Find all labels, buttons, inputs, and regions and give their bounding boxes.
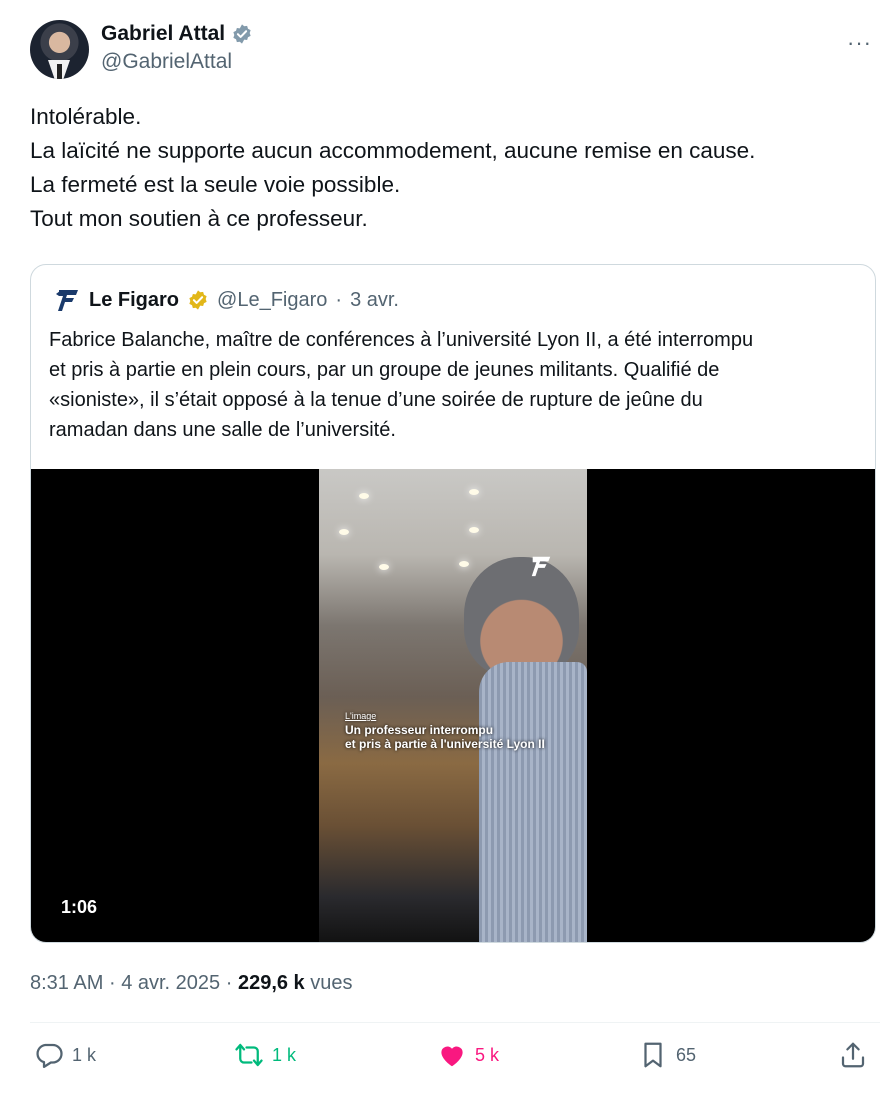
tweet-line: Tout mon soutien à ce professeur. — [30, 206, 368, 231]
verified-badge-icon — [233, 24, 251, 44]
bookmark-count: 65 — [676, 1044, 697, 1065]
video-frame: L'image Un professeur interrompu et pris… — [319, 469, 587, 942]
quote-line: ramadan dans une salle de l’université. — [49, 419, 396, 441]
tweet-line: La fermeté est la seule voie possible. — [30, 172, 401, 197]
bookmark-button[interactable]: 65 — [638, 1040, 696, 1070]
video-player[interactable]: L'image Un professeur interrompu et pris… — [31, 469, 875, 942]
quoted-tweet-text: Fabrice Balanche, maître de conférences … — [49, 325, 869, 445]
reply-count: 1 k — [72, 1044, 97, 1065]
overlay-small-label: L'image — [345, 711, 377, 721]
tweet-line: Intolérable. — [30, 104, 142, 129]
heart-icon — [441, 1046, 463, 1067]
video-duration: 1:06 — [61, 897, 98, 917]
video-overlay-caption: L'image Un professeur interrompu et pris… — [345, 709, 545, 751]
tweet-line: La laïcité ne supporte aucun accommodeme… — [30, 138, 756, 163]
quoted-tweet-header: Le Figaro @Le_Figaro · 3 avr. — [55, 287, 399, 313]
le-figaro-logo-icon — [56, 290, 78, 311]
action-bar: 1 k 1 k 5 k 65 — [34, 1040, 870, 1080]
tweet-text: Intolérable. La laïcité ne supporte aucu… — [30, 100, 880, 236]
reply-icon — [36, 1043, 63, 1068]
like-button[interactable]: 5 k — [437, 1040, 499, 1070]
quoted-author-handle[interactable]: @Le_Figaro — [217, 289, 327, 312]
views-label: vues — [310, 972, 353, 994]
bookmark-icon — [644, 1042, 662, 1068]
quote-line: Fabrice Balanche, maître de conférences … — [49, 329, 754, 351]
quoted-author-name[interactable]: Le Figaro — [89, 289, 179, 312]
verified-gold-badge-icon — [189, 290, 207, 310]
tweet-date[interactable]: 4 avr. 2025 — [121, 972, 220, 994]
like-count: 5 k — [475, 1044, 500, 1065]
separator: · — [225, 972, 233, 994]
avatar[interactable] — [30, 20, 89, 79]
author-name[interactable]: Gabriel Attal — [101, 22, 225, 46]
overlay-line: et pris à partie à l'université Lyon II — [345, 737, 545, 751]
separator: · — [108, 972, 116, 994]
view-count: 229,6 k — [237, 972, 305, 994]
quoted-tweet[interactable]: Le Figaro @Le_Figaro · 3 avr. Fabrice Ba… — [30, 264, 876, 943]
author-handle[interactable]: @GabrielAttal — [101, 50, 253, 74]
tweet-header: Gabriel Attal @GabrielAttal ··· — [30, 20, 880, 82]
tweet-time[interactable]: 8:31 AM — [30, 972, 103, 994]
retweet-count: 1 k — [272, 1044, 297, 1065]
author-block: Gabriel Attal @GabrielAttal — [101, 22, 253, 74]
share-button[interactable] — [838, 1040, 868, 1070]
retweet-icon — [235, 1043, 263, 1067]
quoted-date[interactable]: 3 avr. — [350, 289, 399, 312]
quote-line: et pris à partie en plein cours, par un … — [49, 359, 720, 381]
more-options-icon[interactable]: ··· — [847, 30, 872, 56]
share-icon — [841, 1042, 865, 1068]
separator: · — [335, 288, 343, 311]
tweet-meta: 8:31 AM · 4 avr. 2025 · 229,6 k vues — [30, 972, 353, 995]
divider — [30, 1022, 880, 1023]
quote-line: «sioniste», il s’était opposé à la tenue… — [49, 389, 703, 411]
le-figaro-watermark-icon — [531, 556, 551, 577]
reply-button[interactable]: 1 k — [34, 1040, 96, 1070]
overlay-line: Un professeur interrompu — [345, 723, 494, 737]
retweet-button[interactable]: 1 k — [234, 1040, 296, 1070]
